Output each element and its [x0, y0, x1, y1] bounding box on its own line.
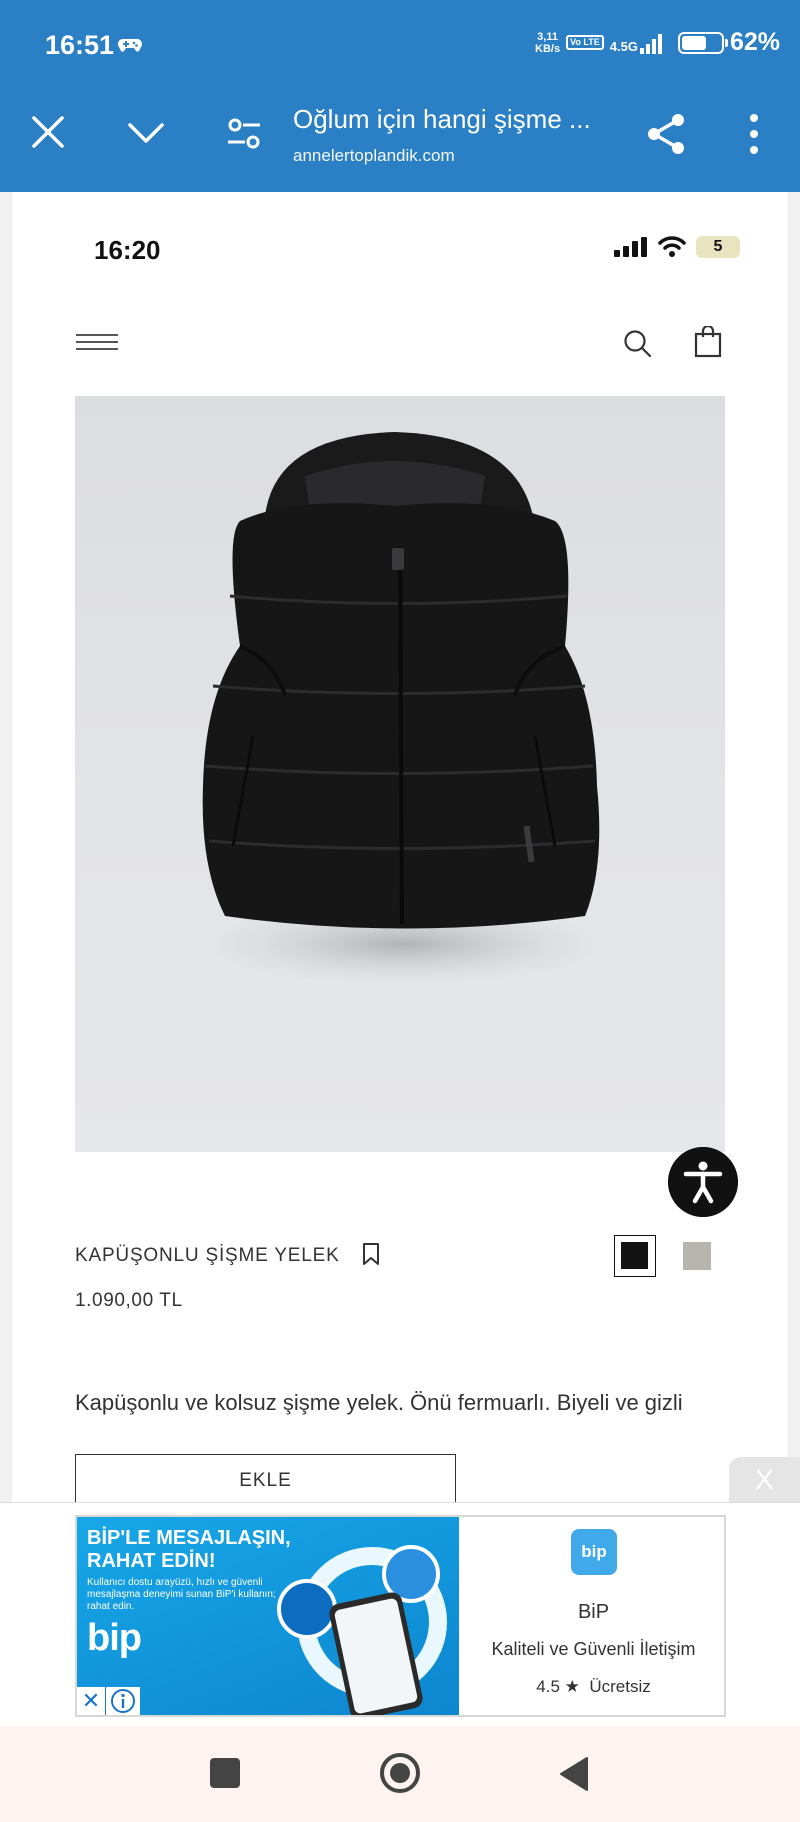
- ad-choices: ✕: [77, 1687, 140, 1715]
- inner-signal-icon: [614, 237, 647, 257]
- shopping-bag-icon[interactable]: [694, 326, 722, 358]
- page-content: 16:20 5 KAPÜŞONLU ŞİŞME YELEK 1.090,00 T…: [0, 192, 800, 1502]
- status-icons: 3,11 KB/s Vo LTE 4.5G 62%: [535, 28, 780, 57]
- ad-dismiss-icon[interactable]: ✕: [77, 1687, 106, 1715]
- recents-button[interactable]: [210, 1758, 240, 1788]
- page-title: Oğlum için hangi şişme ...: [293, 104, 591, 134]
- product-price: 1.090,00 TL: [75, 1290, 183, 1311]
- ad-image[interactable]: BİP'LE MESAJLAŞIN, RAHAT EDİN! Kullanıcı…: [77, 1517, 459, 1715]
- accessibility-icon[interactable]: [668, 1147, 738, 1217]
- battery-icon: [677, 31, 728, 54]
- volte-icon: Vo LTE: [566, 35, 604, 50]
- store-screenshot: 16:20 5 KAPÜŞONLU ŞİŞME YELEK 1.090,00 T…: [12, 192, 788, 1502]
- bookmark-icon[interactable]: [361, 1242, 381, 1266]
- close-icon[interactable]: [30, 114, 66, 150]
- system-nav-bar: [0, 1726, 800, 1822]
- browser-header: 16:51 3,11 KB/s Vo LTE 4.5G 62% Oğlum iç…: [0, 0, 800, 192]
- more-options-icon[interactable]: [740, 112, 768, 156]
- ad-headline: BİP'LE MESAJLAŞIN, RAHAT EDİN!: [87, 1527, 291, 1572]
- ad-rating: 4.5 ★: [536, 1677, 580, 1696]
- vest-image: [202, 432, 603, 984]
- ad-subtext: Kullanıcı dostu arayüzü, hızlı ve güvenl…: [87, 1577, 276, 1612]
- ad-rating-price: 4.5 ★ Ücretsiz: [461, 1677, 726, 1697]
- product-name: KAPÜŞONLU ŞİŞME YELEK: [75, 1245, 340, 1266]
- search-icon[interactable]: [622, 328, 652, 358]
- inner-status-time: 16:20: [94, 235, 161, 265]
- gamepad-icon: [118, 39, 142, 52]
- add-to-cart-button[interactable]: EKLE: [75, 1454, 456, 1502]
- product-image[interactable]: [75, 396, 725, 1152]
- ad-close-button[interactable]: X: [729, 1457, 800, 1502]
- inner-battery: 5: [696, 236, 740, 258]
- menu-icon[interactable]: [76, 334, 118, 354]
- info-icon[interactable]: [106, 1687, 140, 1715]
- signal-bars-icon: [639, 33, 662, 54]
- ad-price: Ücretsiz: [589, 1677, 651, 1696]
- color-swatch-grey[interactable]: [683, 1242, 711, 1270]
- battery-percent: 62%: [729, 28, 780, 56]
- chevron-down-icon[interactable]: [126, 120, 166, 146]
- bip-banner-logo: bip: [87, 1617, 142, 1659]
- color-swatch-black[interactable]: [614, 1235, 656, 1277]
- share-icon[interactable]: [644, 112, 688, 156]
- signal-icon: 4.5G: [610, 32, 666, 54]
- back-button[interactable]: [557, 1756, 589, 1792]
- ad-banner-area: BİP'LE MESAJLAŞIN, RAHAT EDİN! Kullanıcı…: [0, 1502, 800, 1727]
- page-url: annelertoplandik.com: [293, 146, 455, 165]
- product-description: Kapüşonlu ve kolsuz şişme yelek. Önü fer…: [75, 1390, 683, 1415]
- bip-app-icon: bip: [571, 1529, 617, 1575]
- network-speed: 3,11 KB/s: [535, 30, 561, 55]
- ad-tagline: Kaliteli ve Güvenli İletişim: [491, 1639, 696, 1659]
- inner-status-icons: 5: [614, 236, 740, 258]
- status-time: 16:51: [45, 30, 115, 60]
- ad-container[interactable]: BİP'LE MESAJLAŞIN, RAHAT EDİN! Kullanıcı…: [75, 1515, 726, 1717]
- home-button[interactable]: [379, 1752, 421, 1794]
- ad-app-name: BiP: [577, 1601, 610, 1623]
- wifi-icon: [658, 236, 686, 257]
- page-settings-icon[interactable]: [226, 116, 262, 152]
